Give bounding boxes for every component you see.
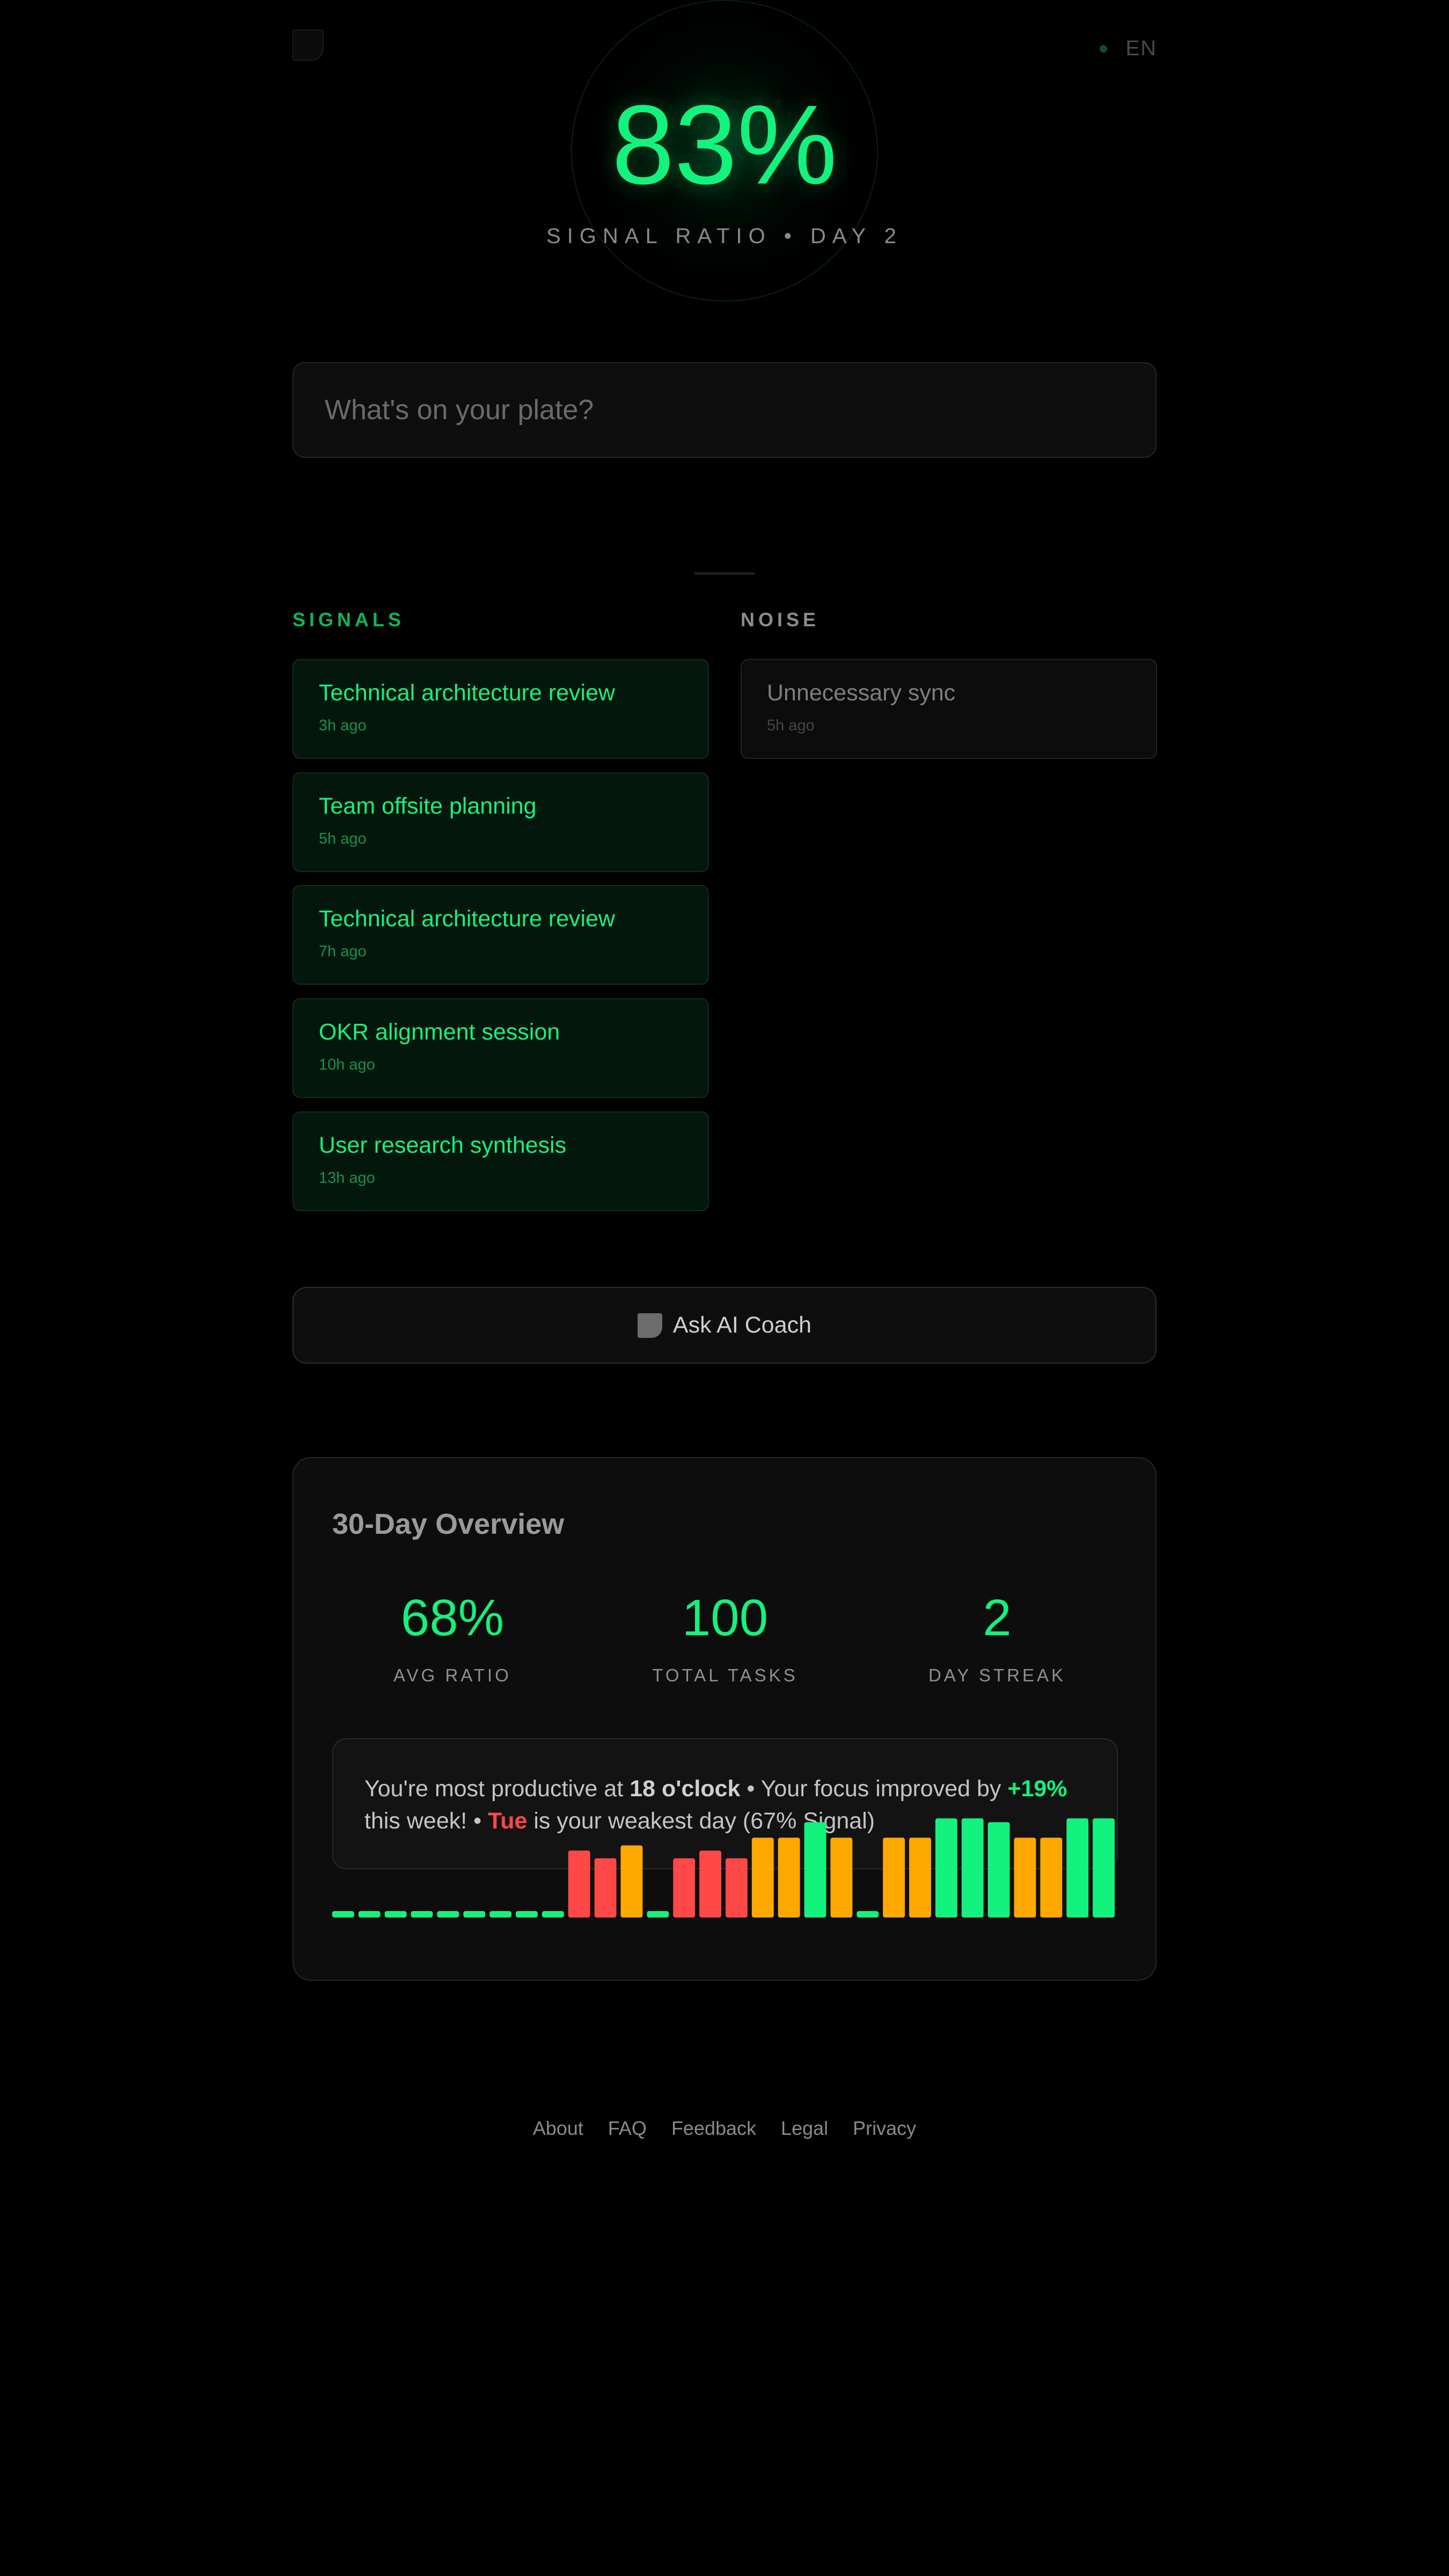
insight-text: is your weakest day (67% Signal) (527, 1808, 875, 1834)
chart-bar-day-21 (857, 1911, 879, 1918)
logo-icon[interactable] (292, 30, 324, 61)
section-divider (694, 572, 755, 575)
signals-heading: SIGNALS (292, 609, 405, 631)
stat-label: TOTAL TASKS (652, 1665, 798, 1685)
stat-value: 100 (682, 1589, 769, 1646)
noise-card-title: Unnecessary sync (767, 680, 956, 706)
signal-card-title: Team offsite planning (319, 793, 537, 819)
signal-card[interactable]: Technical architecture review 3h ago (292, 659, 709, 759)
chart-bar-day-8 (516, 1911, 538, 1918)
signal-card-time: 10h ago (319, 1056, 375, 1073)
ask-ai-coach-label: Ask AI Coach (672, 1312, 812, 1338)
overview-panel: 30-Day Overview 68% AVG RATIO 100 TOTAL … (292, 1457, 1157, 1981)
chart-bar-day-5 (437, 1911, 459, 1918)
insight-text: You're most productive at (364, 1776, 630, 1802)
noise-heading: NOISE (741, 609, 820, 631)
footer-link-feedback[interactable]: Feedback (671, 2117, 756, 2140)
signal-card[interactable]: User research synthesis 13h ago (292, 1111, 709, 1211)
insight-weak-day: Tue (488, 1808, 528, 1834)
chart-bar-day-3 (384, 1911, 407, 1918)
status-dot-icon (1100, 45, 1108, 53)
language-label: EN (1125, 36, 1157, 60)
footer-link-about[interactable]: About (533, 2117, 583, 2140)
signal-card-time: 3h ago (319, 717, 367, 734)
signal-card-title: Technical architecture review (319, 906, 616, 932)
overview-title: 30-Day Overview (332, 1508, 565, 1540)
chart-bar-day-6 (463, 1911, 486, 1918)
signal-card-title: User research synthesis (319, 1132, 567, 1158)
footer-link-faq[interactable]: FAQ (608, 2117, 647, 2140)
chart-bar-day-1 (332, 1911, 354, 1918)
footer-link-privacy[interactable]: Privacy (853, 2117, 916, 2140)
stat-label: AVG RATIO (393, 1665, 511, 1685)
language-switcher[interactable]: EN (1100, 36, 1157, 61)
noise-card[interactable]: Unnecessary sync 5h ago (741, 659, 1157, 759)
signal-ratio-subtitle: SIGNAL RATIO • DAY 2 (546, 224, 903, 248)
signal-card-time: 13h ago (319, 1169, 375, 1187)
signal-ratio-value: 83% (611, 82, 838, 208)
insight-improvement: +19% (1007, 1776, 1067, 1802)
signal-card-time: 7h ago (319, 943, 367, 960)
ask-ai-coach-button[interactable]: Ask AI Coach (292, 1287, 1157, 1364)
noise-card-time: 5h ago (767, 717, 815, 734)
insight-text: this week! • (364, 1808, 488, 1834)
stat-label: DAY STREAK (928, 1665, 1066, 1685)
chart-bar-day-9 (541, 1911, 564, 1918)
chart-bar-day-4 (411, 1911, 433, 1918)
signal-card-title: Technical architecture review (319, 680, 616, 706)
stat-value: 2 (983, 1589, 1012, 1646)
chart-bar-day-7 (489, 1911, 512, 1918)
signal-card[interactable]: Technical architecture review 7h ago (292, 885, 709, 985)
insight-peak-hour: 18 o'clock (630, 1776, 741, 1802)
footer-links: About FAQ Feedback Legal Privacy (0, 2117, 1449, 2140)
signal-card-time: 5h ago (319, 830, 367, 847)
task-input[interactable] (292, 362, 1157, 458)
signal-card-title: OKR alignment session (319, 1019, 560, 1045)
note-icon (637, 1313, 662, 1338)
footer-link-legal[interactable]: Legal (781, 2117, 828, 2140)
stat-total-tasks: 100 TOTAL TASKS (618, 1592, 832, 1686)
signal-card[interactable]: Team offsite planning 5h ago (292, 772, 709, 872)
chart-bar-day-2 (358, 1911, 380, 1918)
stat-value: 68% (400, 1589, 504, 1646)
stat-avg-ratio: 68% AVG RATIO (345, 1592, 560, 1686)
insight-text: • Your focus improved by (740, 1776, 1008, 1802)
stat-day-streak: 2 DAY STREAK (890, 1592, 1104, 1686)
chart-bar-day-13 (647, 1911, 669, 1918)
signal-card[interactable]: OKR alignment session 10h ago (292, 998, 709, 1098)
insight-box: You're most productive at 18 o'clock • Y… (332, 1738, 1118, 1869)
